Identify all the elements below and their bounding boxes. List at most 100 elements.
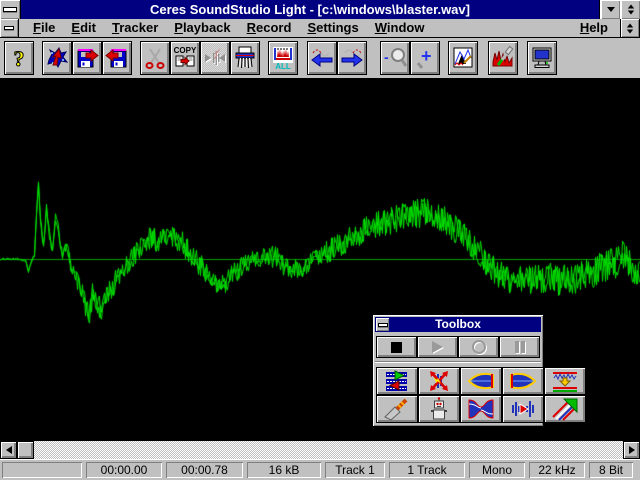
toolbox-window: Toolbox bbox=[372, 314, 544, 427]
fade-out-icon bbox=[509, 369, 537, 393]
open-icon bbox=[45, 45, 69, 71]
status-panel-channels: Mono bbox=[469, 462, 525, 478]
save-floppy-icon bbox=[75, 45, 99, 71]
scroll-left-icon bbox=[310, 45, 334, 71]
stop-icon bbox=[391, 342, 402, 353]
menu-playback[interactable]: Playback bbox=[166, 19, 238, 37]
robot-button[interactable] bbox=[418, 395, 460, 423]
status-panel-samplerate: 22 kHz bbox=[529, 462, 585, 478]
sample-graph-icon bbox=[451, 45, 475, 71]
toolbar: ? bbox=[0, 38, 640, 79]
pause-icon-2 bbox=[521, 341, 525, 353]
robot-icon bbox=[425, 397, 453, 421]
effect-tools-grid bbox=[376, 367, 540, 423]
ramp-button[interactable] bbox=[544, 395, 586, 423]
display-button[interactable] bbox=[527, 41, 557, 75]
delete-button[interactable] bbox=[230, 41, 260, 75]
restore-button[interactable] bbox=[620, 0, 640, 19]
pinch-waveform-icon bbox=[467, 397, 495, 421]
effects-button[interactable] bbox=[488, 41, 518, 75]
toolbox-menu-icon bbox=[378, 323, 388, 327]
svg-text:?: ? bbox=[14, 46, 25, 71]
edit-sample-button[interactable] bbox=[448, 41, 478, 75]
help-button[interactable]: ? bbox=[4, 41, 34, 75]
cross-mix-icon bbox=[425, 369, 453, 393]
scrape-tool-button[interactable] bbox=[376, 395, 418, 423]
view-all-button[interactable]: ALL bbox=[268, 41, 298, 75]
record-icon bbox=[472, 340, 486, 354]
menu-edit[interactable]: Edit bbox=[63, 19, 104, 37]
document-restore-button[interactable] bbox=[620, 19, 640, 37]
record-button[interactable] bbox=[458, 336, 499, 358]
zoom-out-button[interactable]: - bbox=[380, 41, 410, 75]
paste-button[interactable] bbox=[200, 41, 230, 75]
ramp-icon bbox=[551, 397, 579, 421]
zoom-in-button[interactable]: + bbox=[410, 41, 440, 75]
menu-items: File Edit Tracker Playback Record Settin… bbox=[25, 19, 432, 37]
fade-out-button[interactable] bbox=[502, 367, 544, 395]
toolbox-title-bar[interactable]: Toolbox bbox=[375, 317, 541, 332]
open-button[interactable] bbox=[42, 41, 72, 75]
play-button[interactable] bbox=[417, 336, 458, 358]
cut-button[interactable] bbox=[140, 41, 170, 75]
load-floppy-icon bbox=[105, 45, 129, 71]
app-window: Ceres SoundStudio Light - [c:\windows\bl… bbox=[0, 0, 640, 480]
status-panel-track: Track 1 bbox=[325, 462, 385, 478]
fade-in-button[interactable] bbox=[460, 367, 502, 395]
restore-up-icon bbox=[627, 5, 633, 9]
copy-button[interactable]: COPY bbox=[170, 41, 200, 75]
doc-restore-down-icon bbox=[627, 29, 633, 33]
document-system-menu-button[interactable] bbox=[0, 19, 19, 37]
help-icon: ? bbox=[7, 45, 31, 71]
toolbox-divider bbox=[375, 361, 541, 363]
menu-record[interactable]: Record bbox=[239, 19, 300, 37]
channel-swap-icon bbox=[383, 369, 411, 393]
svg-text:ALL: ALL bbox=[275, 62, 291, 71]
scrollbar-left-button[interactable] bbox=[0, 441, 17, 459]
scroll-right-button[interactable] bbox=[337, 41, 367, 75]
cross-mix-button[interactable] bbox=[418, 367, 460, 395]
scroll-right-arrow-icon bbox=[629, 446, 635, 454]
menu-tracker[interactable]: Tracker bbox=[104, 19, 166, 37]
amplify-button[interactable] bbox=[544, 367, 586, 395]
status-panel-track-count: 1 Track bbox=[389, 462, 465, 478]
toolbox-system-menu-button[interactable] bbox=[376, 318, 389, 331]
system-menu-button[interactable] bbox=[0, 0, 21, 19]
shredder-icon bbox=[233, 45, 257, 71]
svg-text:+: + bbox=[421, 46, 432, 66]
menu-help[interactable]: Help bbox=[572, 19, 616, 37]
effects-tool-icon bbox=[491, 45, 515, 71]
insert-button[interactable] bbox=[502, 395, 544, 423]
paste-icon bbox=[203, 45, 227, 71]
monitor-icon bbox=[530, 45, 554, 71]
status-panel-bitdepth: 8 Bit bbox=[589, 462, 633, 478]
pause-button[interactable] bbox=[499, 336, 540, 358]
system-menu-icon bbox=[3, 7, 17, 12]
horizontal-scrollbar[interactable] bbox=[0, 441, 640, 459]
channel-swap-button[interactable] bbox=[376, 367, 418, 395]
scroll-right-icon bbox=[340, 45, 364, 71]
save-button[interactable] bbox=[72, 41, 102, 75]
restore-down-icon bbox=[627, 11, 633, 15]
scroll-left-button[interactable] bbox=[307, 41, 337, 75]
load-button[interactable] bbox=[102, 41, 132, 75]
status-panel-position: 00:00.00 bbox=[86, 462, 162, 478]
amplify-icon bbox=[551, 369, 579, 393]
pinch-button[interactable] bbox=[460, 395, 502, 423]
play-icon bbox=[432, 341, 443, 353]
scrollbar-right-button[interactable] bbox=[623, 441, 640, 459]
minimize-icon bbox=[607, 7, 615, 12]
scrollbar-thumb[interactable] bbox=[17, 441, 34, 459]
menu-window[interactable]: Window bbox=[367, 19, 433, 37]
view-all-icon: ALL bbox=[271, 45, 295, 71]
minimize-button[interactable] bbox=[600, 0, 620, 19]
menu-file[interactable]: File bbox=[25, 19, 63, 37]
svg-text:-: - bbox=[384, 49, 389, 65]
transport-controls bbox=[376, 336, 540, 358]
status-bar: 00:00.00 00:00.78 16 kB Track 1 1 Track … bbox=[0, 459, 640, 480]
menu-settings[interactable]: Settings bbox=[299, 19, 366, 37]
status-panel-message bbox=[2, 462, 82, 478]
scissors-icon bbox=[143, 45, 167, 71]
stop-button[interactable] bbox=[376, 336, 417, 358]
title-bar: Ceres SoundStudio Light - [c:\windows\bl… bbox=[0, 0, 640, 19]
